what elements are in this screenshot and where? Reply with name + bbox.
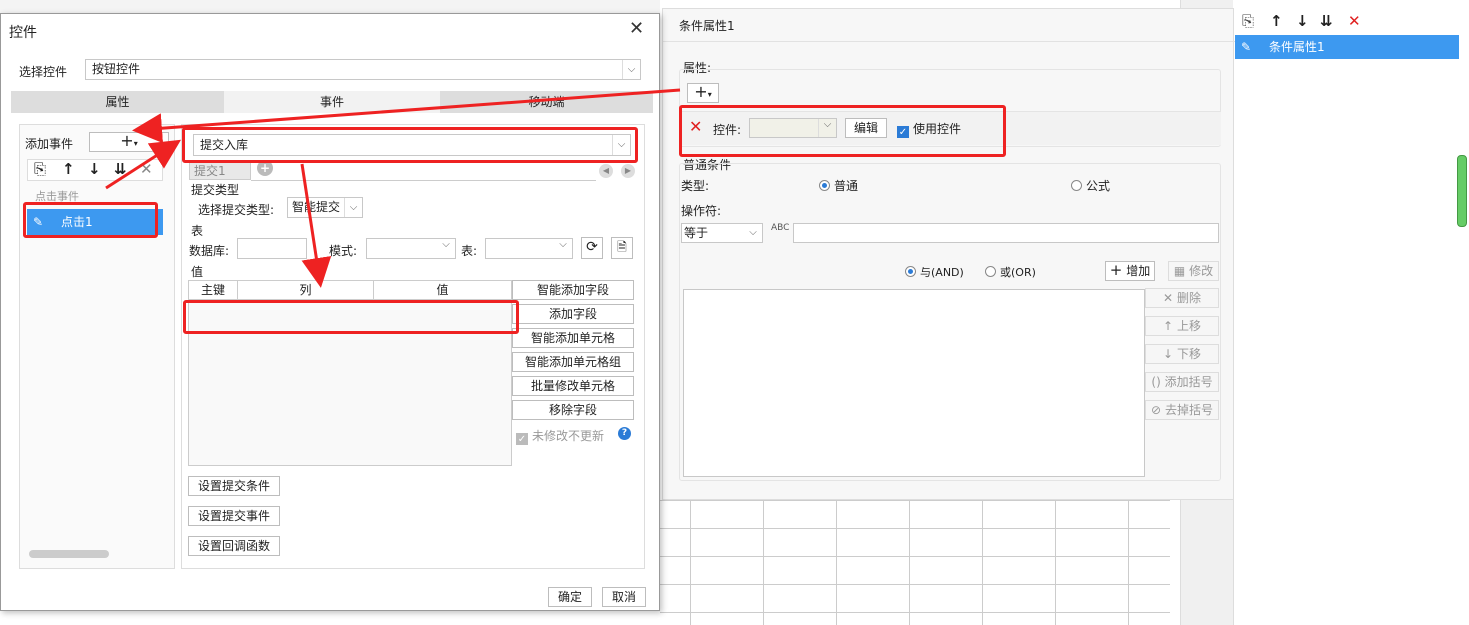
arrow-to-add-event (132, 88, 681, 144)
arrow-to-value (300, 163, 332, 288)
annotation-arrows (105, 88, 681, 288)
arrow-to-action (105, 139, 182, 190)
